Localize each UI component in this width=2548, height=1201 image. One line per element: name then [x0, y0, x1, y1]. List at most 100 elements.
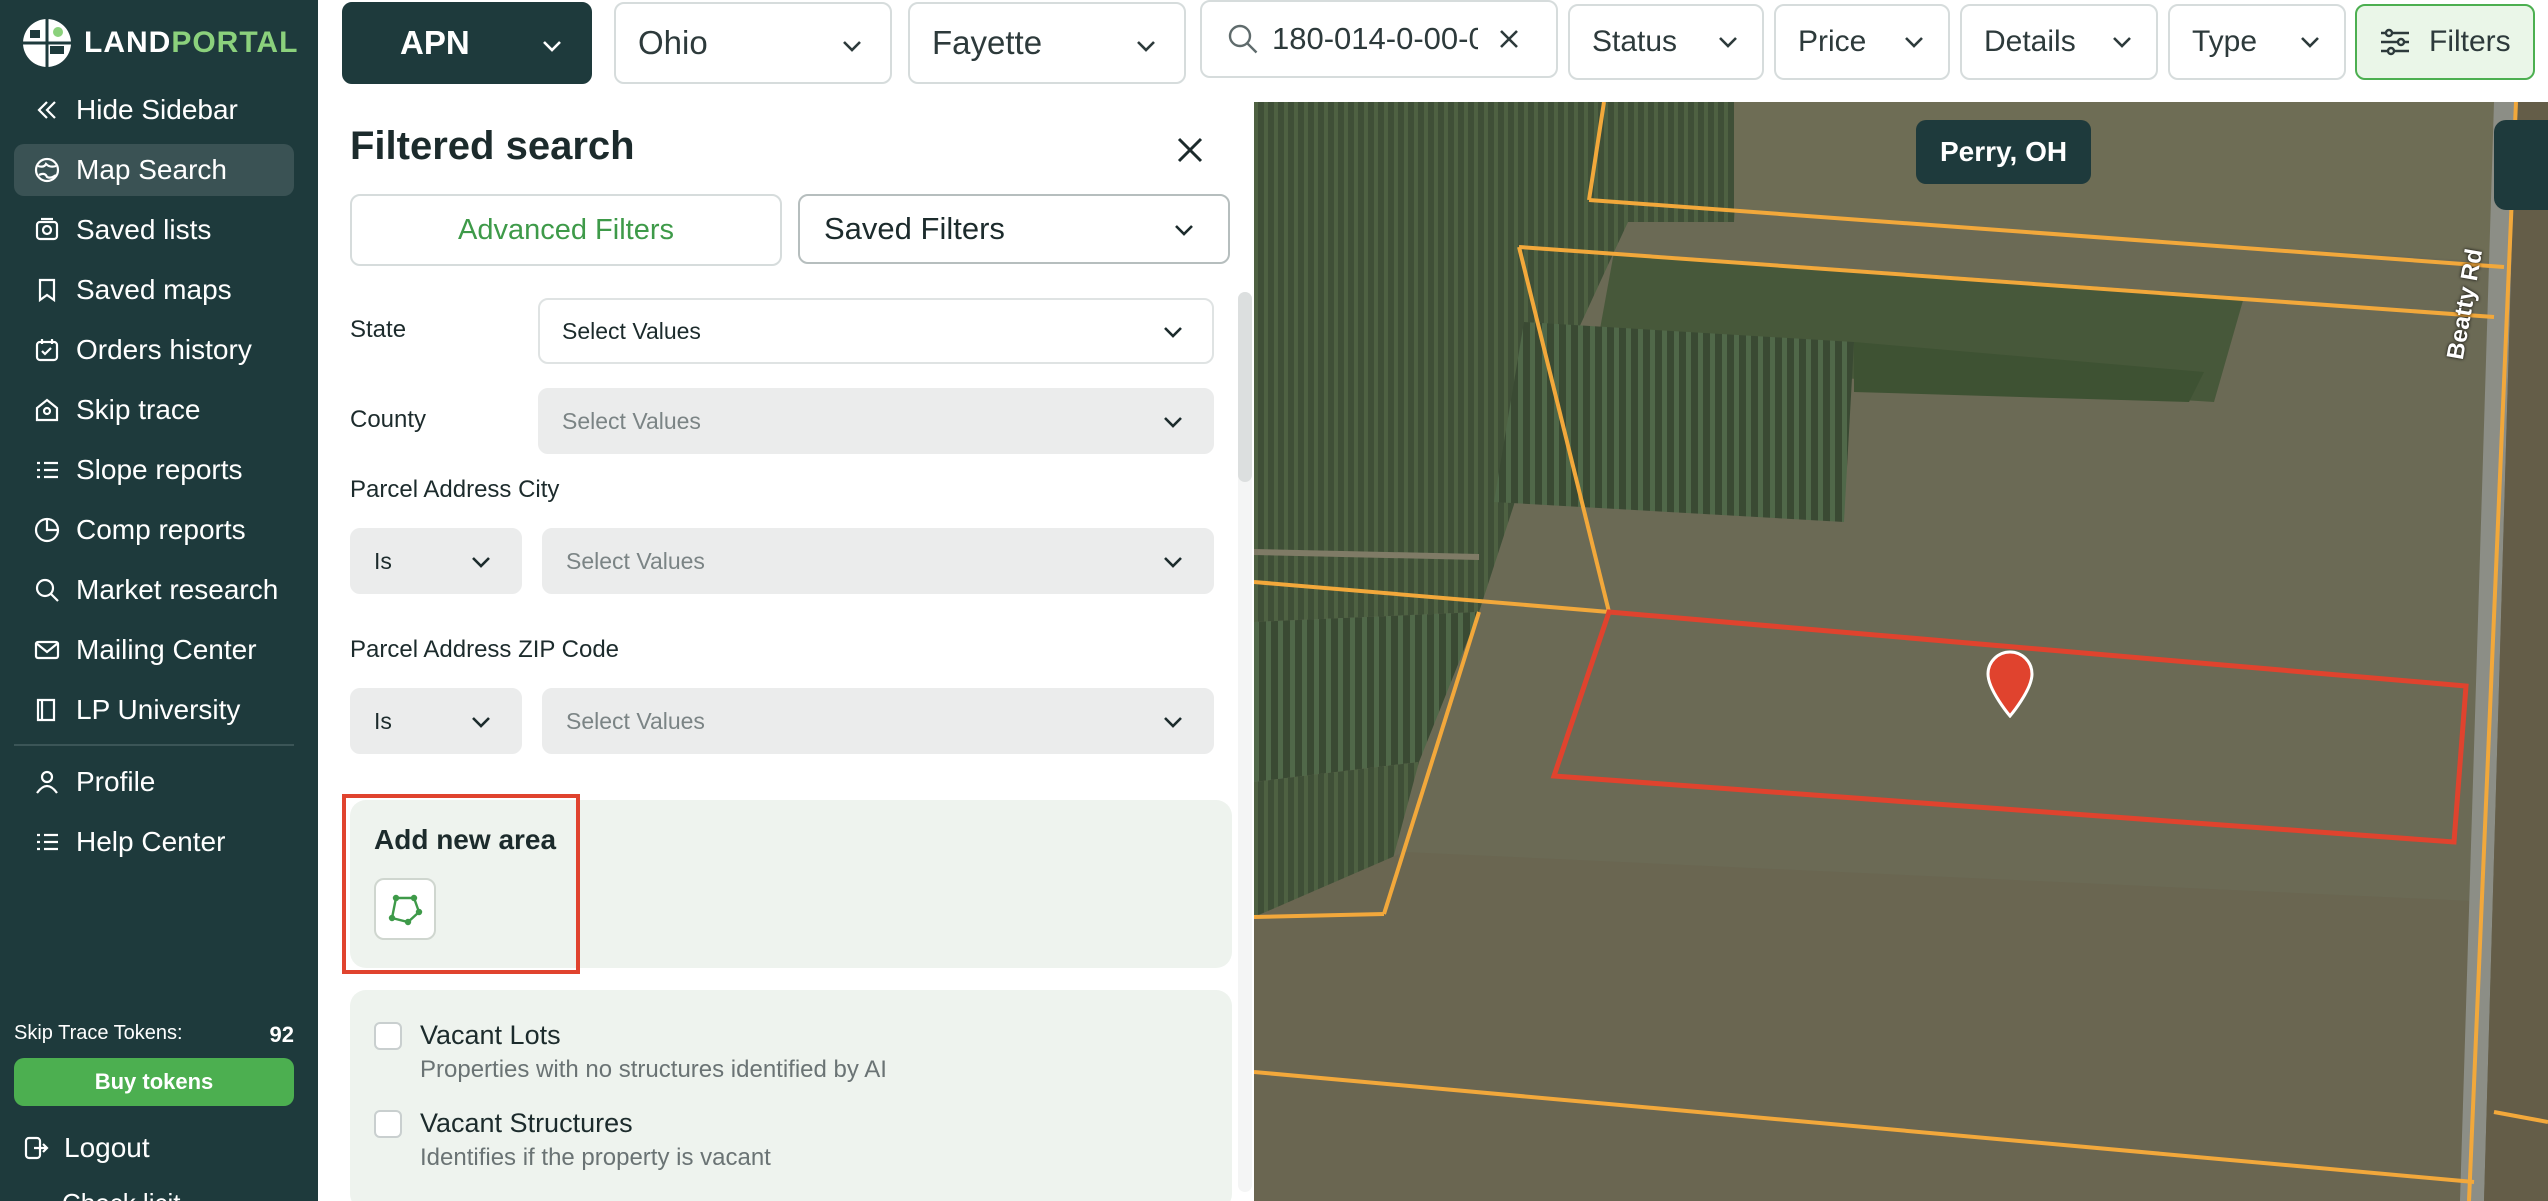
county-filter-label: County	[350, 406, 427, 433]
sidebar-item-market-research[interactable]: Market research	[14, 564, 294, 616]
sidebar-item-hide-sidebar[interactable]: Hide Sidebar	[14, 84, 294, 136]
sidebar-item-comp-reports[interactable]: Comp reports	[14, 504, 294, 556]
status-filter-label: Status	[1592, 25, 1678, 58]
sidebar-item-saved-lists[interactable]: Saved lists	[14, 204, 294, 256]
vacant-lots-checkbox[interactable]	[374, 1022, 402, 1050]
chevron-down-icon	[1160, 319, 1186, 351]
vacant-structures-title: Vacant Structures	[420, 1108, 633, 1138]
vacant-structures-checkbox[interactable]	[374, 1110, 402, 1138]
list-icon	[32, 455, 62, 485]
chevron-down-icon	[838, 30, 866, 58]
logo[interactable]: LANDPORTAL	[20, 16, 298, 70]
pie-chart-icon	[32, 515, 62, 545]
county-select[interactable]: Select Values	[538, 388, 1214, 454]
city-operator-select[interactable]: Is	[350, 528, 522, 594]
tokens-count: 92	[269, 1022, 294, 1047]
chevron-down-icon	[468, 549, 494, 581]
sidebar-item-cutoff[interactable]: Check licit...	[62, 1188, 202, 1201]
details-filter-label: Details	[1984, 25, 2076, 58]
chevron-down-icon	[1132, 30, 1160, 58]
county-select-value: Select Values	[562, 407, 701, 434]
city-value-select[interactable]: Select Values	[542, 528, 1214, 594]
sidebar-item-lp-university[interactable]: LP University	[14, 684, 294, 736]
sidebar-item-label: Hide Sidebar	[76, 94, 238, 125]
state-select[interactable]: Select Values	[538, 298, 1214, 364]
city-operator-value: Is	[374, 547, 392, 574]
status-filter-button[interactable]: Status	[1568, 4, 1764, 80]
details-filter-button[interactable]: Details	[1960, 4, 2158, 80]
county-dropdown[interactable]: Fayette	[908, 2, 1186, 84]
chevron-down-icon	[1160, 409, 1186, 441]
logo-text: LANDPORTAL	[84, 26, 299, 59]
clear-search-icon[interactable]	[1494, 24, 1524, 54]
saved-filters-dropdown[interactable]: Saved Filters	[798, 194, 1230, 264]
zip-select-value: Select Values	[566, 707, 705, 734]
apn-search-input[interactable]	[1272, 21, 1478, 57]
chevron-down-icon	[1160, 549, 1186, 581]
sidebar-item-label: Profile	[76, 766, 156, 797]
state-select-value: Select Values	[562, 317, 701, 344]
search-icon	[32, 575, 62, 605]
mail-icon	[32, 635, 62, 665]
search-icon	[1226, 22, 1260, 56]
sidebar-item-label: Map Search	[76, 154, 227, 185]
location-tooltip: Perry, OH	[1916, 120, 2092, 184]
logout-icon	[24, 1136, 49, 1160]
globe-logo-icon	[23, 19, 71, 67]
city-select-value: Select Values	[566, 547, 705, 574]
filters-button[interactable]: Filters	[2355, 4, 2535, 80]
sidebar-item-help-center[interactable]: Help Center	[14, 816, 294, 868]
filtered-search-panel: Filtered search Advanced Filters Saved F…	[318, 102, 1254, 1201]
logout-button[interactable]: Logout	[22, 1132, 150, 1164]
sidebar-item-label: Comp reports	[76, 514, 246, 545]
sidebar-item-profile[interactable]: Profile	[14, 756, 294, 808]
list-icon	[32, 827, 62, 857]
buy-tokens-button[interactable]: Buy tokens	[14, 1058, 294, 1106]
sidebar: LANDPORTAL Hide Sidebar Map Search Saved…	[0, 0, 318, 1201]
panel-title: Filtered search	[350, 124, 635, 168]
chevron-down-icon	[1714, 28, 1742, 56]
price-filter-label: Price	[1798, 25, 1867, 58]
sidebar-item-mailing-center[interactable]: Mailing Center	[14, 624, 294, 676]
sidebar-divider	[14, 744, 294, 746]
type-filter-button[interactable]: Type	[2168, 4, 2346, 80]
zip-filter-label: Parcel Address ZIP Code	[350, 636, 620, 663]
sidebar-item-label: Slope reports	[76, 454, 243, 485]
sidebar-item-label: Market research	[76, 574, 279, 605]
sidebar-item-orders-history[interactable]: Orders history	[14, 324, 294, 376]
skip-trace-icon	[32, 395, 62, 425]
sidebar-item-label: LP University	[76, 694, 241, 725]
advanced-filters-button[interactable]: Advanced Filters	[350, 194, 782, 266]
city-filter-label: Parcel Address City	[350, 476, 560, 503]
chevron-down-icon	[1160, 709, 1186, 741]
vacant-structures-description: Identifies if the property is vacant	[420, 1144, 771, 1171]
tokens-label: Skip Trace Tokens:	[14, 1022, 183, 1044]
panel-scrollbar-thumb[interactable]	[1238, 292, 1252, 482]
sidebar-item-skip-trace[interactable]: Skip trace	[14, 384, 294, 436]
price-filter-button[interactable]: Price	[1774, 4, 1950, 80]
chevron-down-icon	[2296, 28, 2324, 56]
double-chevron-left-icon	[32, 95, 62, 125]
add-area-highlight	[342, 794, 580, 974]
state-dropdown[interactable]: Ohio	[614, 2, 892, 84]
sidebar-item-map-search[interactable]: Map Search	[14, 144, 294, 196]
zip-value-select[interactable]: Select Values	[542, 688, 1214, 754]
map-imagery	[1254, 102, 2548, 1201]
location-pin-icon[interactable]	[1984, 650, 2036, 718]
skip-trace-tokens: Skip Trace Tokens: 92	[14, 1022, 294, 1048]
search-type-dropdown[interactable]: APN	[342, 2, 592, 84]
zip-operator-select[interactable]: Is	[350, 688, 522, 754]
sidebar-item-slope-reports[interactable]: Slope reports	[14, 444, 294, 496]
orders-history-icon	[32, 335, 62, 365]
sidebar-item-saved-maps[interactable]: Saved maps	[14, 264, 294, 316]
chevron-down-icon	[538, 30, 566, 58]
close-icon[interactable]	[1170, 130, 1210, 170]
chevron-down-icon	[468, 709, 494, 741]
sidebar-nav: Hide Sidebar Map Search Saved lists Save…	[14, 84, 294, 876]
state-filter-label: State	[350, 316, 407, 343]
sidebar-item-label: Orders history	[76, 334, 252, 365]
satellite-map[interactable]: Perry, OH Beatty Rd	[1254, 102, 2548, 1201]
map-control-button[interactable]	[2494, 120, 2548, 210]
state-value: Ohio	[638, 24, 708, 61]
sidebar-item-label: Help Center	[76, 826, 226, 857]
